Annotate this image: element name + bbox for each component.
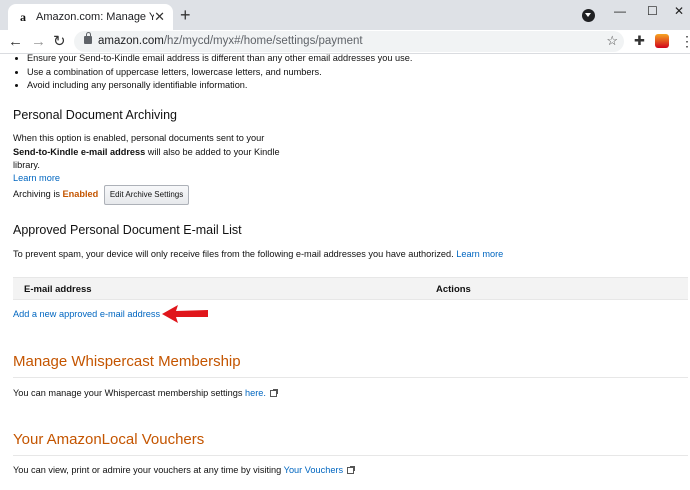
whispercast-desc-text: You can manage your Whispercast membersh… <box>13 388 246 398</box>
whispercast-description: You can manage your Whispercast membersh… <box>13 387 278 401</box>
archiving-status-label: Archiving is <box>13 189 63 200</box>
new-tab-plus-icon[interactable]: + <box>180 6 191 24</box>
url-host: amazon.com <box>98 35 164 47</box>
archiving-status-value: Enabled <box>62 189 99 200</box>
approved-list-heading: Approved Personal Document E-mail List <box>13 223 242 237</box>
archiving-status: Archiving is Enabled Edit Archive Settin… <box>13 185 190 205</box>
tab-strip: a Amazon.com: Manage Your Cont ✕ + — ☐ ✕ <box>0 0 690 30</box>
your-vouchers-link[interactable]: Your Vouchers <box>284 465 343 475</box>
list-item: Avoid including any personally identifia… <box>27 79 673 93</box>
address-bar[interactable]: amazon.com/hz/mycd/myx#/home/settings/pa… <box>74 31 624 52</box>
section-divider <box>13 455 688 456</box>
red-arrow-annotation-icon <box>162 305 208 323</box>
archiving-desc-line2: will also be added to your Kindle <box>145 146 280 157</box>
password-tips-list: Ensure your Send-to-Kindle email address… <box>13 52 673 93</box>
list-item: Ensure your Send-to-Kindle email address… <box>27 52 673 66</box>
archiving-learn-more-link[interactable]: Learn more <box>13 172 60 186</box>
edit-archive-settings-button[interactable]: Edit Archive Settings <box>103 185 190 205</box>
browser-tab[interactable]: a Amazon.com: Manage Your Cont ✕ <box>8 4 173 30</box>
archiving-desc-line1: When this option is enabled, personal do… <box>13 133 265 143</box>
tab-title: Amazon.com: Manage Your Cont <box>36 11 154 23</box>
vouchers-heading: Your AmazonLocal Vouchers <box>13 431 205 448</box>
approved-learn-more-link[interactable]: Learn more <box>456 249 503 259</box>
maximize-icon[interactable]: ☐ <box>647 4 658 18</box>
vouchers-desc-text: You can view, print or admire your vouch… <box>13 465 284 475</box>
whispercast-here-link[interactable]: here. <box>245 388 266 398</box>
archiving-description: When this option is enabled, personal do… <box>13 132 293 173</box>
minimize-icon[interactable]: — <box>614 4 626 18</box>
column-header-actions: Actions <box>436 284 471 295</box>
more-menu-icon[interactable]: ⋮ <box>680 33 690 49</box>
section-divider <box>13 377 688 378</box>
close-window-icon[interactable]: ✕ <box>674 4 684 18</box>
column-header-email: E-mail address <box>24 284 92 295</box>
reload-icon[interactable]: ↻ <box>53 33 66 51</box>
list-item: Use a combination of uppercase letters, … <box>27 66 673 80</box>
approved-email-table-header: E-mail address Actions <box>13 277 688 300</box>
add-approved-email-link[interactable]: Add a new approved e-mail address <box>13 308 160 322</box>
vouchers-description: You can view, print or admire your vouch… <box>13 464 356 478</box>
archiving-desc-bold: Send-to-Kindle e-mail address <box>13 146 146 157</box>
browser-toolbar: ← → ↻ amazon.com/hz/mycd/myx#/home/setti… <box>0 30 690 54</box>
profile-menu-icon[interactable] <box>582 9 595 22</box>
bookmark-star-icon[interactable]: ☆ <box>606 33 618 49</box>
approved-desc-text: To prevent spam, your device will only r… <box>13 249 457 259</box>
archiving-heading: Personal Document Archiving <box>13 108 177 122</box>
url-text[interactable]: amazon.com/hz/mycd/myx#/home/settings/pa… <box>98 34 363 49</box>
lock-icon <box>84 32 92 44</box>
approved-list-description: To prevent spam, your device will only r… <box>13 248 683 262</box>
external-link-icon <box>269 389 278 398</box>
url-path: /hz/mycd/myx#/home/settings/payment <box>163 35 363 47</box>
archiving-desc-line3: library. <box>13 160 40 170</box>
close-tab-icon[interactable]: ✕ <box>154 9 165 25</box>
back-arrow-icon[interactable]: ← <box>8 33 23 51</box>
external-link-icon <box>347 466 356 475</box>
forward-arrow-icon[interactable]: → <box>31 33 46 51</box>
extension-app-icon[interactable] <box>655 34 669 48</box>
extensions-puzzle-icon[interactable]: ✚ <box>634 34 645 48</box>
amazon-favicon-icon: a <box>20 10 26 24</box>
whispercast-heading: Manage Whispercast Membership <box>13 353 241 370</box>
